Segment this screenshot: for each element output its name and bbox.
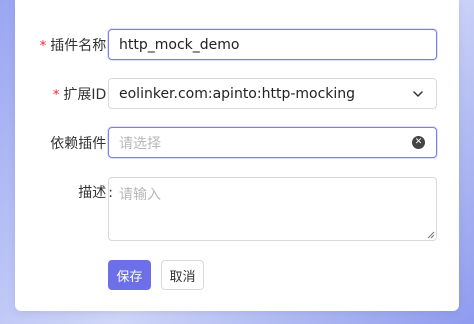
- plugin-name-input[interactable]: http_mock_demo: [108, 29, 437, 60]
- form-card: *插件名称: http_mock_demo *扩展ID: eolinker.co…: [15, 0, 459, 311]
- chevron-down-icon[interactable]: [412, 88, 424, 100]
- plugin-name-value: http_mock_demo: [119, 36, 240, 53]
- save-button[interactable]: 保存: [108, 260, 151, 290]
- dependency-select[interactable]: 请选择 ✕: [108, 127, 437, 158]
- description-textarea[interactable]: 请输入: [108, 177, 437, 241]
- cancel-button[interactable]: 取消: [161, 260, 204, 290]
- required-mark: *: [39, 39, 47, 54]
- extension-id-label: *扩展ID:: [52, 87, 113, 103]
- extension-id-value: eolinker.com:apinto:http-mocking: [119, 85, 356, 102]
- dependency-label: 依赖插件:: [50, 136, 113, 152]
- extension-id-select[interactable]: eolinker.com:apinto:http-mocking: [108, 78, 437, 109]
- description-placeholder: 请输入: [119, 187, 161, 203]
- plugin-name-label: *插件名称:: [39, 38, 113, 54]
- resize-handle-icon[interactable]: [426, 230, 435, 239]
- required-mark: *: [52, 88, 60, 103]
- clear-circle-icon[interactable]: ✕: [412, 136, 425, 149]
- dependency-placeholder: 请选择: [119, 135, 161, 152]
